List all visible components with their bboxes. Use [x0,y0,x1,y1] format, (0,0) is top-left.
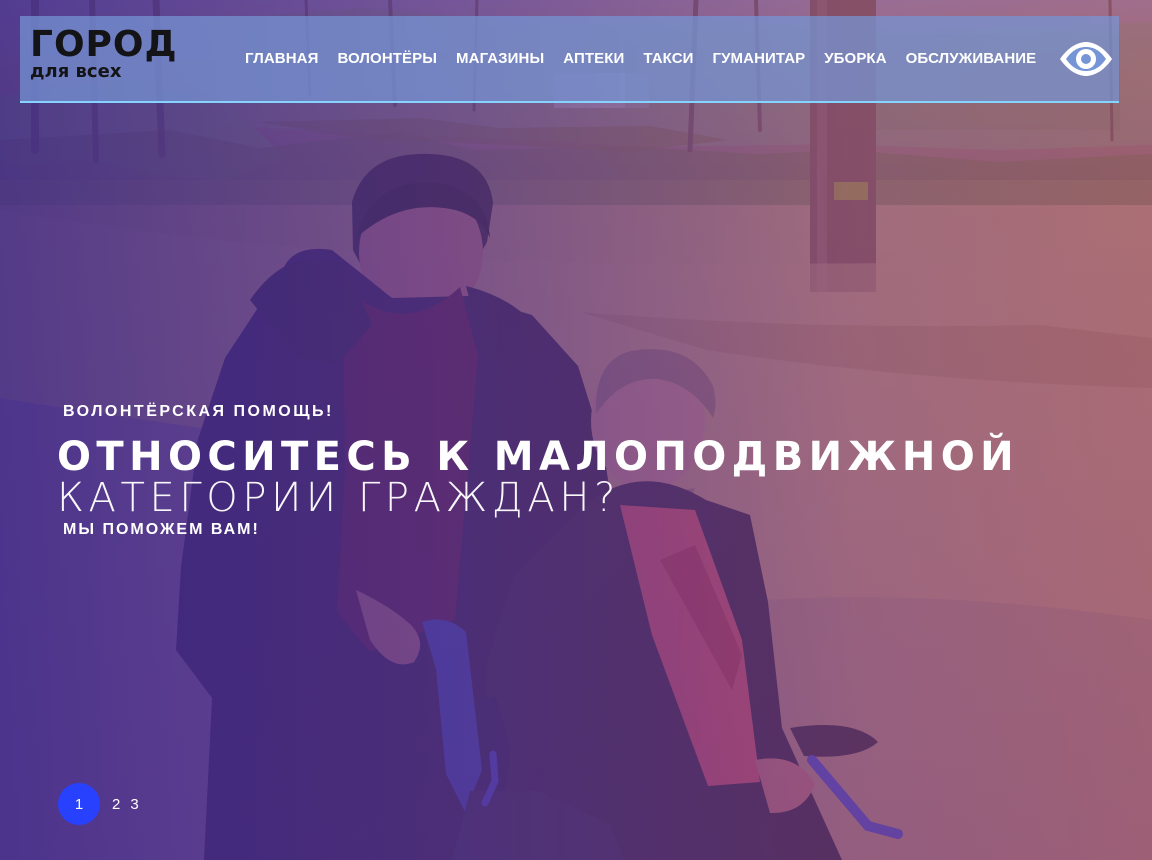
hero-eyebrow: ВОЛОНТЁРСКАЯ ПОМОЩЬ! [63,403,334,420]
nav-item-volunteers[interactable]: ВОЛОНТЁРЫ [337,50,437,67]
logo-subtitle: для всех [30,61,122,82]
hero-headline-line-2: КАТЕГОРИИ ГРАЖДАН? [57,475,620,521]
logo-main-text: ГОРОД [30,24,178,65]
slider-page-2[interactable]: 2 [112,796,120,813]
eye-icon [1060,42,1112,76]
nav-item-cleaning[interactable]: УБОРКА [824,50,886,67]
hero-subline: МЫ ПОМОЖЕМ ВАМ! [63,521,260,538]
hero-slider: ГОРОД для всех ГЛАВНАЯ ВОЛОНТЁРЫ МАГАЗИН… [0,0,1152,860]
nav-item-service[interactable]: ОБСЛУЖИВАНИЕ [906,50,1037,67]
nav-item-home[interactable]: ГЛАВНАЯ [245,50,318,67]
top-navigation-bar: ГОРОД для всех ГЛАВНАЯ ВОЛОНТЁРЫ МАГАЗИН… [20,16,1119,103]
slider-page-3[interactable]: 3 [130,796,138,813]
nav-item-taxi[interactable]: ТАКСИ [643,50,693,67]
main-navigation: ГЛАВНАЯ ВОЛОНТЁРЫ МАГАЗИНЫ АПТЕКИ ТАКСИ … [245,50,1036,67]
site-logo[interactable]: ГОРОД для всех [30,27,178,81]
slider-page-1[interactable]: 1 [58,783,100,825]
hero-message: ВОЛОНТЁРСКАЯ ПОМОЩЬ! ОТНОСИТЕСЬ К МАЛОПО… [57,404,1019,538]
slider-pagination: 1 2 3 [58,783,139,825]
accessibility-button[interactable] [1057,39,1115,79]
hero-headline-line-1: ОТНОСИТЕСЬ К МАЛОПОДВИЖНОЙ [57,434,1019,480]
nav-item-humanitarian[interactable]: ГУМАНИТАР [713,50,806,67]
nav-item-pharmacies[interactable]: АПТЕКИ [563,50,624,67]
nav-item-shops[interactable]: МАГАЗИНЫ [456,50,544,67]
